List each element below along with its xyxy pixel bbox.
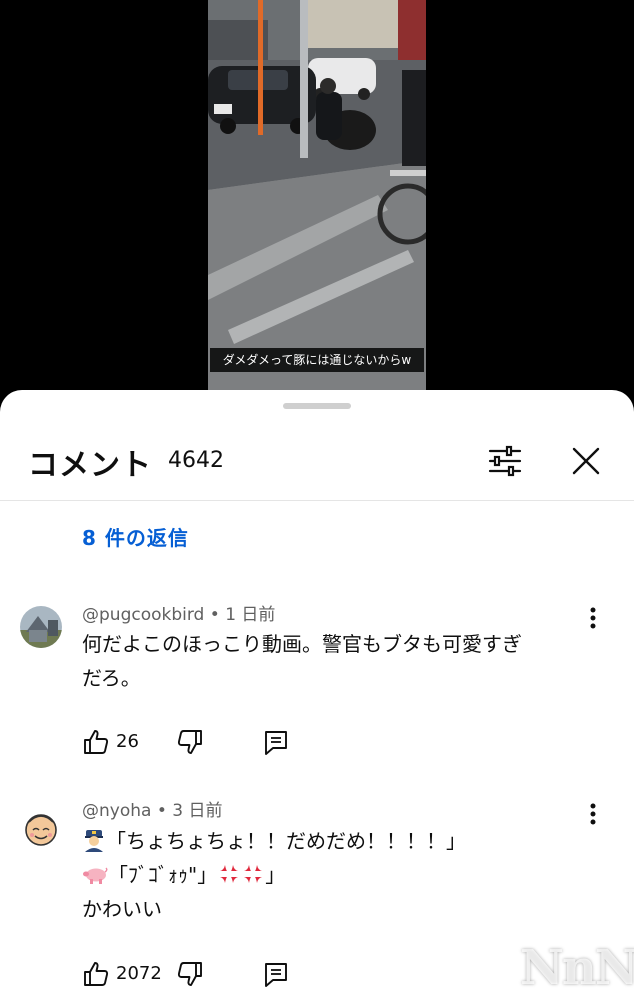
comment-text: 「ちょちょちょ！！だめだめ！！！！」 「ﾌﾞｺﾞｫｩ"」 」 かわいい xyxy=(82,824,592,926)
comment-item: @pugcookbird • 1 日前 何だよこのほっこり動画。警官もブタも可愛… xyxy=(0,600,634,770)
anger-emoji xyxy=(244,865,263,883)
meta-separator: • xyxy=(156,801,173,821)
video-frame[interactable] xyxy=(208,0,426,390)
watermark-logo: NnN xyxy=(520,940,634,996)
comment-actions: 26 xyxy=(82,728,342,758)
like-count: 26 xyxy=(116,731,139,752)
avatar[interactable] xyxy=(20,808,62,850)
header-divider xyxy=(0,500,634,501)
video-scene-image xyxy=(208,0,426,390)
comment-actions: 2072 xyxy=(82,960,342,990)
thumbs-down-icon[interactable] xyxy=(176,728,204,756)
comment-meta: @nyoha • 3 日前 xyxy=(82,796,223,821)
thumbs-up-icon[interactable] xyxy=(82,728,110,756)
avatar[interactable] xyxy=(20,606,62,648)
comment-line: 「ちょちょちょ！！だめだめ！！！！」 xyxy=(82,824,592,858)
reply-icon[interactable] xyxy=(262,960,290,988)
thumbs-down-icon[interactable] xyxy=(176,960,204,988)
reply-icon[interactable] xyxy=(262,728,290,756)
video-player[interactable]: ダメダメって豚には通じないからw xyxy=(0,0,634,392)
comment-line: だろ。 xyxy=(82,666,141,690)
police-emoji xyxy=(85,830,103,852)
close-button[interactable] xyxy=(568,443,604,479)
sliders-icon xyxy=(488,445,522,477)
avatar-image xyxy=(20,606,62,648)
comment-author[interactable]: @pugcookbird xyxy=(82,605,204,625)
comment-time: 1 日前 xyxy=(225,605,276,625)
comment-line-text: 「ちょちょちょ！！だめだめ！！！！」 xyxy=(106,829,466,853)
comment-line: 何だよこのほっこり動画。警官もブタも可愛すぎ xyxy=(82,632,522,656)
comment-line: 「ﾌﾞｺﾞｫｩ"」 」 xyxy=(82,858,592,892)
filter-button[interactable] xyxy=(487,443,523,479)
comments-sheet: コメント 4642 8 件の返信 @pugcookbird • 1 日前 何だよ… xyxy=(0,390,634,1000)
comments-count: 4642 xyxy=(168,448,224,473)
comments-title: コメント xyxy=(28,448,152,483)
video-caption: ダメダメって豚には通じないからw xyxy=(210,348,424,372)
comment-line: かわいい xyxy=(82,897,162,921)
drag-handle[interactable] xyxy=(283,403,351,409)
more-options-button[interactable] xyxy=(582,800,604,828)
pig-emoji xyxy=(83,867,108,884)
more-options-button[interactable] xyxy=(582,604,604,632)
comment-meta: @pugcookbird • 1 日前 xyxy=(82,600,275,625)
view-replies-link[interactable]: 8 件の返信 xyxy=(82,522,189,551)
comment-text: 何だよこのほっこり動画。警官もブタも可愛すぎ だろ。 xyxy=(82,627,592,695)
anger-emoji xyxy=(220,865,239,883)
like-count: 2072 xyxy=(116,963,162,984)
thumbs-up-icon[interactable] xyxy=(82,960,110,988)
comment-time: 3 日前 xyxy=(172,801,223,821)
meta-separator: • xyxy=(209,605,226,625)
close-icon xyxy=(572,447,600,475)
more-vert-icon xyxy=(590,803,596,825)
comment-line-text: 「ﾌﾞｺﾞｫｩ"」 xyxy=(108,863,218,887)
closing-bracket: 」 xyxy=(265,863,286,887)
comment-author[interactable]: @nyoha xyxy=(82,801,151,821)
avatar-image xyxy=(20,808,62,850)
more-vert-icon xyxy=(590,607,596,629)
